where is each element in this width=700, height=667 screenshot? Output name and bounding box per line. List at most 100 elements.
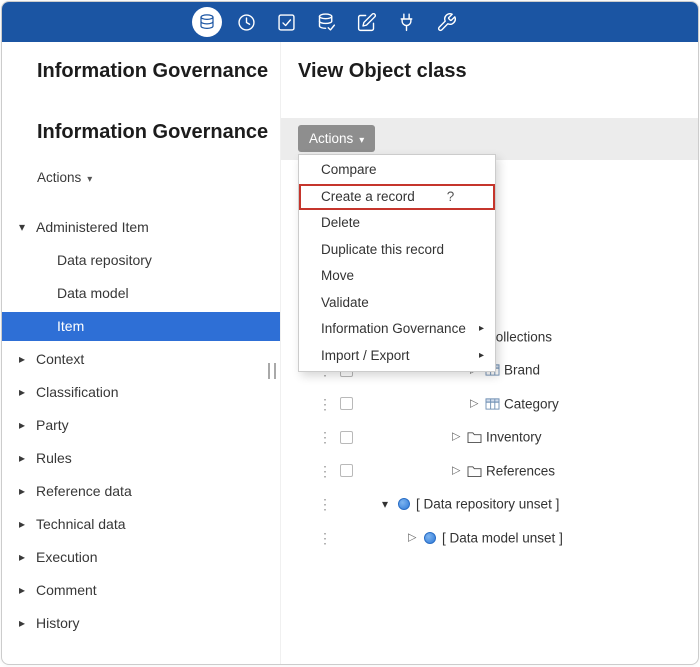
drag-handle-icon[interactable]: ⋮ bbox=[318, 464, 332, 478]
drag-handle-icon[interactable]: ⋮ bbox=[318, 397, 332, 411]
panel-resize-handle[interactable] bbox=[268, 363, 276, 379]
tree-row-label: Inventory bbox=[486, 430, 542, 445]
database-icon[interactable] bbox=[192, 7, 222, 37]
app-title: Information Governance bbox=[37, 60, 268, 83]
left-actions-label: Actions bbox=[37, 170, 81, 185]
chevron-right-icon[interactable]: ▸ bbox=[19, 376, 31, 409]
page-title: View Object class bbox=[298, 60, 467, 83]
chevron-right-icon[interactable]: ▷ bbox=[452, 432, 460, 443]
tree-row-label: [ Data repository unset ] bbox=[416, 497, 559, 512]
actions-button-label: Actions bbox=[309, 131, 353, 146]
sidebar-item-rules[interactable]: ▸ Rules bbox=[2, 442, 280, 475]
menu-item-information-governance[interactable]: Information Governance▸ bbox=[299, 316, 495, 343]
sidebar-item-administered-item[interactable]: ▾ Administered Item bbox=[2, 211, 280, 244]
sidebar-item-reference-data[interactable]: ▸ Reference data bbox=[2, 475, 280, 508]
sidebar-item-item[interactable]: Item bbox=[2, 312, 280, 341]
left-section-title: Information Governance bbox=[37, 121, 268, 144]
drag-handle-icon[interactable]: ⋮ bbox=[318, 497, 332, 511]
submenu-arrow-icon: ▸ bbox=[479, 316, 484, 343]
menu-item-label: Create a record bbox=[321, 189, 415, 204]
sidebar-item-comment[interactable]: ▸ Comment bbox=[2, 574, 280, 607]
tree-row-label: References bbox=[486, 463, 555, 478]
row-checkbox[interactable] bbox=[340, 431, 353, 444]
tree-row-references[interactable]: ⋮ ▷ References bbox=[280, 454, 699, 487]
top-navigation-bar bbox=[2, 2, 698, 42]
chevron-right-icon[interactable]: ▸ bbox=[19, 574, 31, 607]
chevron-right-icon[interactable]: ▸ bbox=[19, 607, 31, 640]
menu-item-hint: ? bbox=[447, 189, 455, 204]
sidebar-item-label: Item bbox=[57, 312, 84, 341]
chevron-right-icon[interactable]: ▸ bbox=[19, 409, 31, 442]
menu-item-compare[interactable]: Compare bbox=[299, 157, 495, 184]
sidebar-item-data-repository[interactable]: Data repository bbox=[2, 244, 280, 277]
sidebar-item-label: Context bbox=[36, 343, 84, 376]
sidebar-item-label: Comment bbox=[36, 574, 97, 607]
actions-button[interactable]: Actions ▾ bbox=[298, 125, 375, 152]
menu-item-label: Delete bbox=[321, 215, 360, 230]
drag-handle-icon[interactable]: ⋮ bbox=[318, 430, 332, 444]
chevron-right-icon[interactable]: ▸ bbox=[19, 475, 31, 508]
chevron-down-icon[interactable]: ▾ bbox=[382, 498, 388, 510]
sidebar-item-technical-data[interactable]: ▸ Technical data bbox=[2, 508, 280, 541]
chevron-right-icon[interactable]: ▷ bbox=[408, 532, 416, 543]
chevron-right-icon[interactable]: ▸ bbox=[19, 343, 31, 376]
drag-handle-icon[interactable]: ⋮ bbox=[318, 531, 332, 545]
folder-icon bbox=[467, 464, 482, 477]
dataspace-icon bbox=[398, 498, 410, 510]
plug-icon[interactable] bbox=[394, 10, 418, 34]
sidebar-item-data-model[interactable]: Data model bbox=[2, 277, 280, 310]
sidebar-item-label: Party bbox=[36, 409, 69, 442]
check-square-icon[interactable] bbox=[274, 10, 298, 34]
menu-item-import-export[interactable]: Import / Export ▸ bbox=[299, 343, 495, 370]
chevron-down-icon[interactable]: ▾ bbox=[19, 211, 31, 244]
sidebar-item-party[interactable]: ▸ Party bbox=[2, 409, 280, 442]
menu-item-label: Import / Export bbox=[321, 348, 410, 363]
table-icon bbox=[485, 397, 500, 410]
chevron-right-icon[interactable]: ▸ bbox=[19, 541, 31, 574]
menu-item-validate[interactable]: Validate bbox=[299, 290, 495, 317]
menu-item-label: Validate bbox=[321, 295, 369, 310]
clock-icon[interactable] bbox=[234, 10, 258, 34]
tree-row-data-repository-unset[interactable]: ⋮ ▾ [ Data repository unset ] bbox=[280, 488, 699, 521]
menu-item-label: Move bbox=[321, 268, 354, 283]
edit-icon[interactable] bbox=[354, 10, 378, 34]
tree-row-inventory[interactable]: ⋮ ▷ Inventory bbox=[280, 421, 699, 454]
actions-dropdown-menu: Compare Create a record? Delete Duplicat… bbox=[298, 154, 496, 372]
chevron-right-icon[interactable]: ▷ bbox=[452, 465, 460, 476]
database-check-icon[interactable] bbox=[314, 10, 338, 34]
chevron-down-icon: ▾ bbox=[87, 174, 92, 185]
tree-row-category[interactable]: ⋮ ▷ Category bbox=[280, 387, 699, 420]
app-window: Information Governance View Object class… bbox=[1, 1, 699, 665]
chevron-right-icon[interactable]: ▷ bbox=[470, 398, 478, 409]
sidebar-item-label: Reference data bbox=[36, 475, 132, 508]
sidebar-item-label: Classification bbox=[36, 376, 118, 409]
menu-item-label: Compare bbox=[321, 162, 377, 177]
sidebar-item-history[interactable]: ▸ History bbox=[2, 607, 280, 640]
menu-item-duplicate-this-record[interactable]: Duplicate this record bbox=[299, 237, 495, 264]
menu-item-move[interactable]: Move bbox=[299, 263, 495, 290]
row-checkbox[interactable] bbox=[340, 464, 353, 477]
chevron-right-icon[interactable]: ▸ bbox=[19, 442, 31, 475]
dataspace-icon bbox=[424, 532, 436, 544]
tree-row-label: Brand bbox=[504, 363, 540, 378]
left-actions-dropdown[interactable]: Actions ▾ bbox=[37, 170, 92, 185]
menu-item-delete[interactable]: Delete bbox=[299, 210, 495, 237]
sidebar-item-label: Data model bbox=[57, 277, 129, 310]
sidebar-item-label: Rules bbox=[36, 442, 72, 475]
sidebar-item-label: Execution bbox=[36, 541, 97, 574]
tree-row-data-model-unset[interactable]: ⋮ ▷ [ Data model unset ] bbox=[280, 521, 699, 554]
folder-icon bbox=[467, 431, 482, 444]
wrench-icon[interactable] bbox=[434, 10, 458, 34]
chevron-right-icon[interactable]: ▸ bbox=[19, 508, 31, 541]
chevron-down-icon: ▾ bbox=[359, 135, 364, 146]
sidebar-item-classification[interactable]: ▸ Classification bbox=[2, 376, 280, 409]
tree-row-label: [ Data model unset ] bbox=[442, 530, 563, 545]
sidebar-item-context[interactable]: ▸ Context bbox=[2, 343, 280, 376]
row-checkbox[interactable] bbox=[340, 397, 353, 410]
submenu-arrow-icon: ▸ bbox=[479, 343, 484, 370]
sidebar-item-execution[interactable]: ▸ Execution bbox=[2, 541, 280, 574]
menu-item-create-a-record[interactable]: Create a record? bbox=[299, 184, 495, 211]
sidebar-item-label: History bbox=[36, 607, 80, 640]
sidebar-item-label: Data repository bbox=[57, 244, 152, 277]
sidebar-item-label: Technical data bbox=[36, 508, 126, 541]
